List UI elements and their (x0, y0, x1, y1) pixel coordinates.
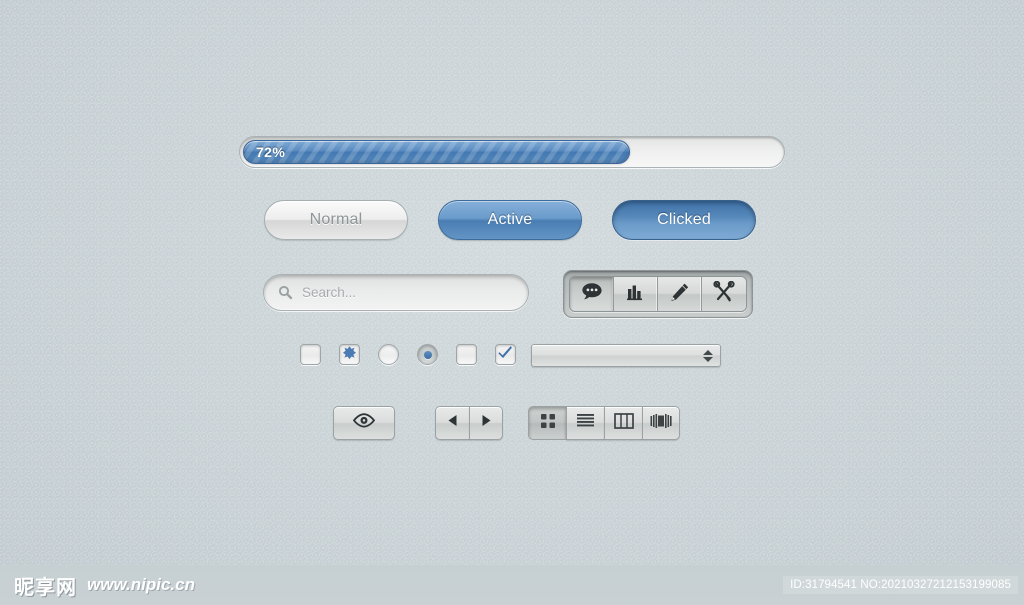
watermark-url: www.nipic.cn (87, 575, 195, 594)
nav-button-group (435, 406, 503, 440)
progress-label: 72% (256, 144, 286, 160)
active-button[interactable]: Active (438, 200, 582, 240)
view-icon-grid[interactable] (528, 406, 566, 440)
radio-dot-icon (423, 350, 432, 359)
button-group: Normal Active Clicked (264, 200, 756, 240)
checkbox-empty-2[interactable] (456, 344, 477, 365)
bottom-control-row (333, 406, 503, 440)
normal-button[interactable]: Normal (264, 200, 408, 240)
watermark-id-text: ID:31794541 NO:20210327212153199085 (783, 576, 1018, 594)
icon-toolbar-segments (569, 276, 747, 312)
progress-fill: 72% (243, 140, 631, 164)
radio-empty[interactable] (378, 344, 399, 365)
check-mark-icon (498, 345, 513, 364)
coverflow-icon (650, 413, 672, 434)
search-icon (278, 285, 293, 300)
icon-toolbar (563, 270, 753, 318)
view-list[interactable] (566, 406, 604, 440)
back-button[interactable] (435, 406, 469, 440)
list-view-icon (576, 413, 595, 434)
arrow-down-icon[interactable] (703, 356, 713, 362)
checkbox-cross[interactable] (339, 344, 360, 365)
grid-view-icon (539, 412, 557, 435)
forward-button[interactable] (469, 406, 503, 440)
toolbar-pencil-button[interactable] (658, 277, 702, 311)
ui-kit-canvas: 72% Normal Active Clicked Search... 昵享网 … (0, 0, 1024, 605)
search-placeholder: Search... (302, 285, 357, 300)
view-mode-group (528, 406, 680, 440)
progress-bar: 72% (239, 136, 785, 168)
eye-button[interactable] (333, 406, 395, 440)
checkbox-empty-1[interactable] (300, 344, 321, 365)
toolbar-tools-button[interactable] (702, 277, 746, 311)
stepper-arrows[interactable] (703, 349, 713, 362)
view-coverflow[interactable] (642, 406, 680, 440)
watermark-logo: 昵享网 (14, 574, 77, 599)
arrow-up-icon[interactable] (703, 349, 713, 355)
arrow-left-icon (447, 414, 458, 432)
active-button-label: Active (487, 211, 533, 228)
search-input[interactable]: Search... (263, 274, 529, 311)
checkbox-tick[interactable] (495, 344, 516, 365)
stepper-select[interactable] (531, 344, 721, 367)
toolbar-chat-button[interactable] (570, 277, 614, 311)
cross-mark-icon (342, 345, 357, 365)
tools-icon (713, 280, 735, 307)
view-columns[interactable] (604, 406, 642, 440)
toggle-group (300, 344, 516, 365)
column-view-icon (613, 412, 634, 434)
normal-button-label: Normal (309, 211, 363, 228)
pencil-icon (670, 282, 690, 307)
arrow-right-icon (481, 414, 492, 432)
eye-icon (352, 413, 376, 433)
radio-selected[interactable] (417, 344, 438, 365)
clicked-button[interactable]: Clicked (612, 200, 756, 240)
watermark-bar: 昵享网 www.nipic.cn ID:31794541 NO:20210327… (0, 565, 1024, 605)
clicked-button-label: Clicked (657, 211, 711, 228)
toolbar-chart-button[interactable] (614, 277, 658, 311)
chat-bubble-icon (581, 282, 603, 306)
bar-chart-icon (626, 283, 646, 306)
progress-track: 72% (239, 136, 785, 168)
